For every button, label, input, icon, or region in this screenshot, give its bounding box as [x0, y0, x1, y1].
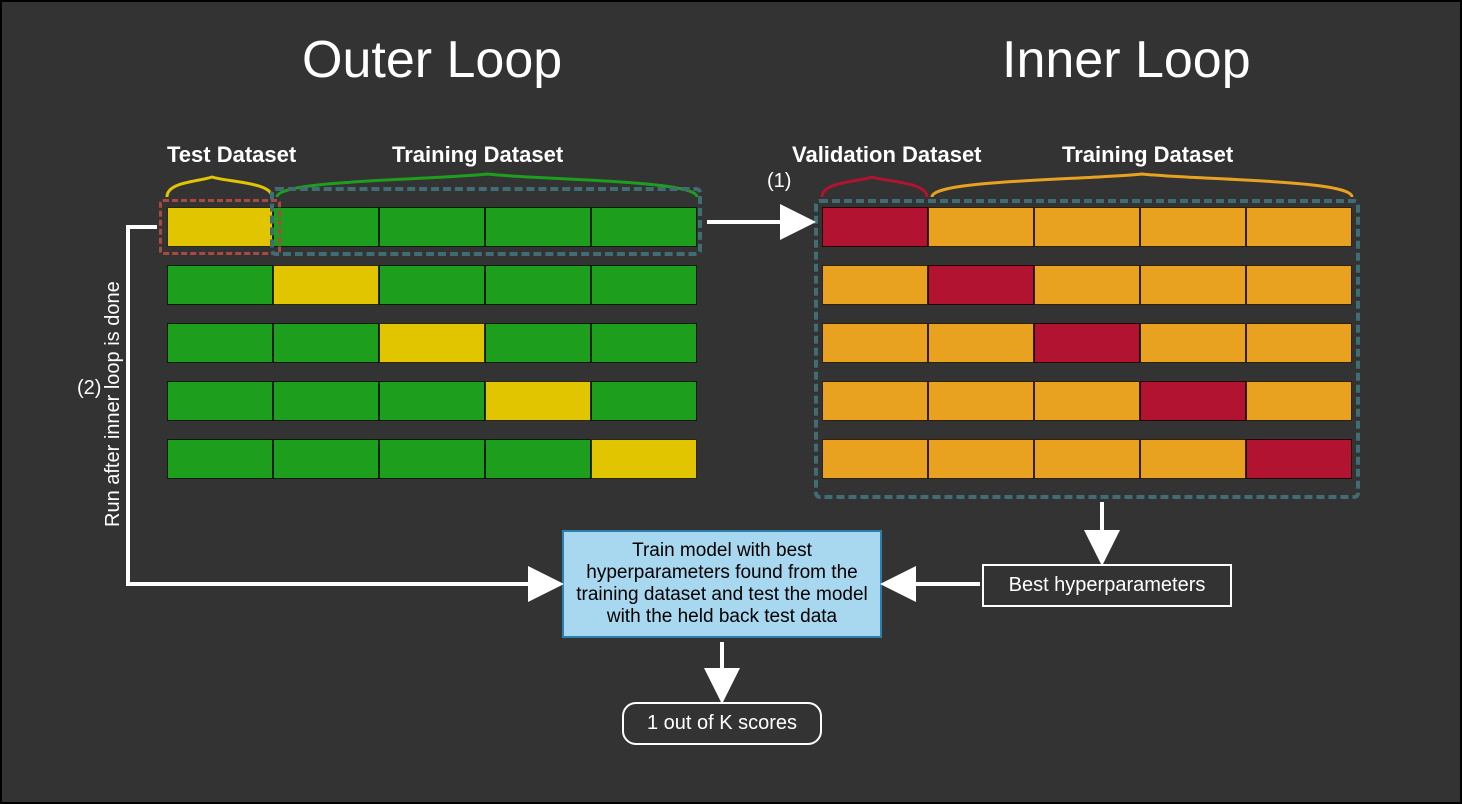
- fold-cell-green: [273, 323, 379, 363]
- brace-training-right-icon: [932, 174, 1352, 197]
- label-training-dataset-right: Training Dataset: [1062, 142, 1233, 168]
- dashed-test-highlight: [159, 199, 281, 255]
- fold-cell-green: [485, 265, 591, 305]
- dashed-inner-grid: [814, 199, 1360, 499]
- fold-cell-green: [273, 381, 379, 421]
- fold-cell-green: [591, 265, 697, 305]
- fold-cell-green: [167, 323, 273, 363]
- fold-cell-green: [485, 323, 591, 363]
- label-test-dataset: Test Dataset: [167, 142, 296, 168]
- train-model-box: Train model with best hyperparameters fo…: [562, 530, 882, 638]
- brace-validation-icon: [822, 177, 927, 197]
- fold-row: [167, 439, 697, 479]
- fold-cell-yellow: [485, 381, 591, 421]
- fold-row: [167, 381, 697, 421]
- fold-cell-green: [379, 439, 485, 479]
- label-step-1: (1): [767, 170, 791, 193]
- fold-cell-green: [273, 439, 379, 479]
- fold-cell-green: [167, 265, 273, 305]
- fold-cell-green: [167, 381, 273, 421]
- best-hyperparameters-box: Best hyperparameters: [982, 564, 1232, 607]
- diagram-canvas: Outer Loop Inner Loop Test Dataset Train…: [0, 0, 1462, 804]
- fold-cell-green: [591, 323, 697, 363]
- dashed-training-row0: [270, 187, 702, 256]
- label-run-after: Run after inner loop is done: [102, 281, 125, 527]
- fold-cell-yellow: [591, 439, 697, 479]
- brace-test-icon: [167, 177, 272, 197]
- fold-cell-yellow: [379, 323, 485, 363]
- label-step-2: (2): [77, 377, 101, 400]
- fold-cell-green: [167, 439, 273, 479]
- fold-cell-green: [379, 265, 485, 305]
- inner-loop-title: Inner Loop: [1002, 30, 1251, 90]
- fold-cell-green: [485, 439, 591, 479]
- fold-row: [167, 265, 697, 305]
- fold-cell-yellow: [273, 265, 379, 305]
- label-training-dataset-left: Training Dataset: [392, 142, 563, 168]
- label-validation-dataset: Validation Dataset: [792, 142, 982, 168]
- fold-cell-green: [379, 381, 485, 421]
- outer-loop-title: Outer Loop: [302, 30, 562, 90]
- scores-box: 1 out of K scores: [622, 702, 822, 745]
- fold-row: [167, 323, 697, 363]
- fold-cell-green: [591, 381, 697, 421]
